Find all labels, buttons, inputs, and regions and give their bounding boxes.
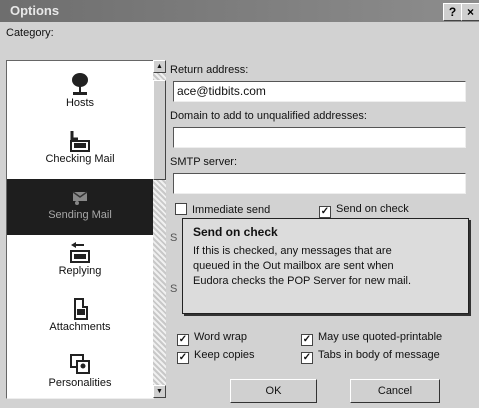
sending-mail-icon xyxy=(7,179,153,209)
category-item-label: Checking Mail xyxy=(45,153,115,165)
domain-label: Domain to add to unqualified addresses: xyxy=(170,110,367,122)
tooltip-line: queued in the Out mailbox are sent when xyxy=(193,260,394,272)
category-item-replying[interactable]: Replying xyxy=(7,235,153,291)
hidden-option-label: S xyxy=(170,283,178,295)
category-label: Category: xyxy=(6,27,54,39)
checkbox-box[interactable] xyxy=(175,203,187,215)
tooltip-title: Send on check xyxy=(193,225,278,239)
category-item-hosts[interactable]: Hosts xyxy=(7,67,153,123)
title-bar: Options ? × xyxy=(0,0,479,22)
personalities-icon xyxy=(7,347,153,377)
hidden-option-label: S xyxy=(170,232,178,244)
close-button[interactable]: × xyxy=(461,3,479,21)
window-title: Options xyxy=(10,3,60,18)
category-item-label: Hosts xyxy=(65,97,95,109)
category-scrollbar[interactable]: ▲ ▼ xyxy=(153,60,166,398)
quoted-printable-label: May use quoted-printable xyxy=(318,331,443,343)
checkbox-box[interactable]: ✓ xyxy=(319,206,331,218)
checkbox-box[interactable]: ✓ xyxy=(301,352,313,364)
ok-button[interactable]: OK xyxy=(230,379,317,403)
smtp-server-label: SMTP server: xyxy=(170,156,238,168)
tooltip-body: If this is checked, any messages that ar… xyxy=(193,244,458,289)
word-wrap-label: Word wrap xyxy=(194,331,247,343)
category-item-personalities[interactable]: Personalities xyxy=(7,347,153,398)
attachments-icon xyxy=(7,291,153,321)
return-address-field[interactable]: ace@tidbits.com xyxy=(173,81,466,102)
smtp-server-field[interactable] xyxy=(173,173,466,194)
tooltip-line: If this is checked, any messages that ar… xyxy=(193,245,392,257)
keep-copies-label: Keep copies xyxy=(194,349,255,361)
tabs-in-body-label: Tabs in body of message xyxy=(318,349,440,361)
category-item-label: Sending Mail xyxy=(48,209,112,221)
category-item-checking-mail[interactable]: Checking Mail xyxy=(7,123,153,179)
category-item-label: Personalities xyxy=(48,377,112,389)
scroll-down-arrow-icon[interactable]: ▼ xyxy=(153,385,166,398)
category-item-sending-mail[interactable]: Sending Mail xyxy=(7,179,153,235)
cancel-button[interactable]: Cancel xyxy=(350,379,440,403)
help-tooltip: Send on check If this is checked, any me… xyxy=(182,218,469,314)
category-list[interactable]: Hosts Checking Mail Sending Mail Replyin… xyxy=(6,60,154,399)
keep-copies-checkbox[interactable]: ✓ Keep copies xyxy=(177,349,255,364)
hosts-icon xyxy=(7,67,153,97)
domain-field[interactable] xyxy=(173,127,466,148)
send-on-check-checkbox[interactable]: ✓ Send on check xyxy=(319,203,409,218)
help-button[interactable]: ? xyxy=(443,3,462,21)
tooltip-line: Eudora checks the POP Server for new mai… xyxy=(193,275,412,287)
word-wrap-checkbox[interactable]: ✓ Word wrap xyxy=(177,331,247,346)
category-item-label: Replying xyxy=(58,265,102,277)
immediate-send-checkbox[interactable]: Immediate send xyxy=(175,203,270,216)
checking-mail-icon xyxy=(7,123,153,153)
scroll-thumb[interactable] xyxy=(153,80,166,180)
send-on-check-label: Send on check xyxy=(336,203,409,215)
immediate-send-label: Immediate send xyxy=(192,204,271,216)
return-address-label: Return address: xyxy=(170,64,249,76)
scroll-up-arrow-icon[interactable]: ▲ xyxy=(153,60,166,73)
checkbox-box[interactable]: ✓ xyxy=(301,334,313,346)
replying-icon xyxy=(7,235,153,265)
category-item-label: Attachments xyxy=(49,321,111,333)
tabs-in-body-checkbox[interactable]: ✓ Tabs in body of message xyxy=(301,349,440,364)
checkbox-box[interactable]: ✓ xyxy=(177,352,189,364)
category-item-attachments[interactable]: Attachments xyxy=(7,291,153,347)
quoted-printable-checkbox[interactable]: ✓ May use quoted-printable xyxy=(301,331,442,346)
checkbox-box[interactable]: ✓ xyxy=(177,334,189,346)
